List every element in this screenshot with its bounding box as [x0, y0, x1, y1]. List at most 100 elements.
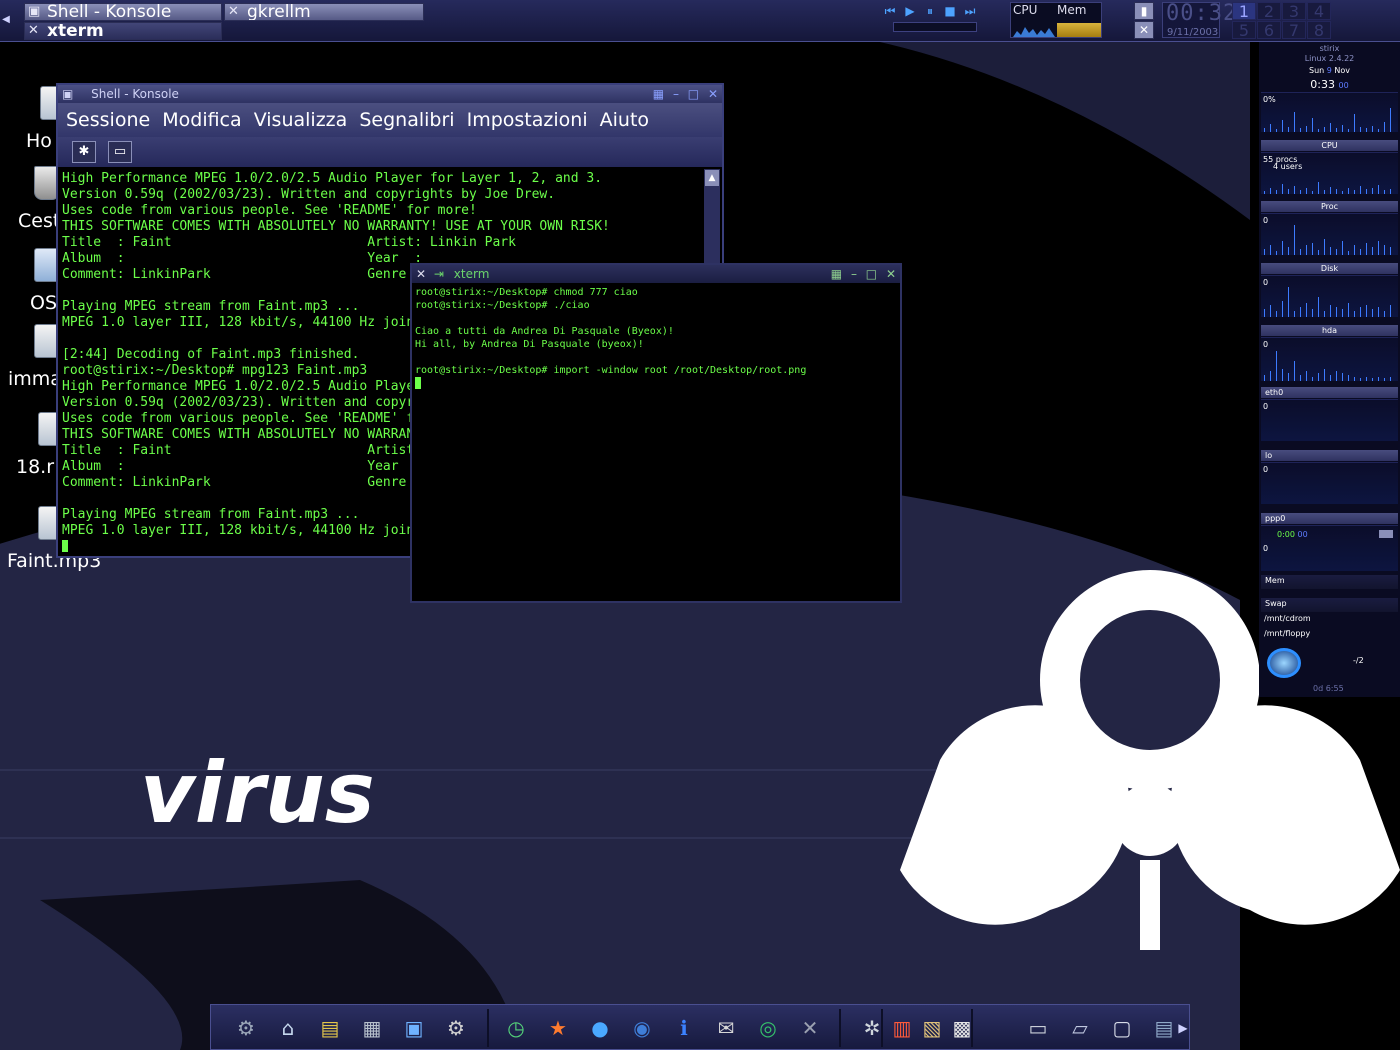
- mount-floppy[interactable]: /mnt/floppy: [1264, 629, 1310, 638]
- media-seek-bar[interactable]: [893, 22, 977, 32]
- terminal-panel-icon[interactable]: ▤: [315, 1013, 345, 1043]
- pager-desktop-2[interactable]: 2: [1257, 2, 1281, 21]
- task-button-gkrellm[interactable]: ✕ gkrellm: [224, 3, 424, 21]
- chart-spark: [1330, 123, 1331, 132]
- menu-impostazioni[interactable]: Impostazioni: [467, 109, 588, 131]
- xterm-window[interactable]: ✕ ⇥ xterm ▦ – □ ✕ root@stirix:~/Desktop#…: [410, 263, 902, 603]
- pager-desktop-8[interactable]: 8: [1307, 21, 1331, 40]
- menu-visualizza[interactable]: Visualizza: [254, 109, 348, 131]
- ppp0-chart[interactable]: 0:00 00 0: [1261, 525, 1398, 571]
- monitor-icon[interactable]: ▭: [1023, 1013, 1053, 1043]
- chart-spark: [1330, 305, 1331, 317]
- cpu-chart[interactable]: 0%: [1261, 92, 1398, 132]
- minimize-icon[interactable]: –: [673, 87, 679, 101]
- chart-spark: [1372, 188, 1373, 194]
- minimize-icon[interactable]: –: [851, 267, 857, 281]
- xterm-terminal-output[interactable]: root@stirix:~/Desktop# chmod 777 ciao roo…: [415, 286, 895, 596]
- previous-track-icon[interactable]: ⏮: [882, 4, 898, 18]
- pager-desktop-6[interactable]: 6: [1257, 21, 1281, 40]
- pause-icon[interactable]: ⏸: [922, 4, 938, 18]
- film-icon[interactable]: ▦: [357, 1013, 387, 1043]
- new-session-icon[interactable]: ✱: [72, 141, 96, 163]
- window-titlebar[interactable]: ✕ ⇥ xterm ▦ – □ ✕: [412, 265, 900, 283]
- notes-icon[interactable]: ▥: [887, 1013, 917, 1043]
- floppy-icon[interactable]: ▤: [1149, 1013, 1179, 1043]
- mount-cdrom[interactable]: /mnt/cdrom: [1264, 614, 1311, 623]
- star-icon[interactable]: ★: [543, 1013, 573, 1043]
- terminal-session-icon[interactable]: ▭: [108, 141, 132, 163]
- home-folder-icon[interactable]: ⌂: [273, 1013, 303, 1043]
- maximize-icon[interactable]: □: [688, 87, 699, 101]
- chart-spark: [1342, 309, 1343, 317]
- x-icon[interactable]: ✕: [795, 1013, 825, 1043]
- konsole-toolbar: ✱ ▭: [58, 137, 722, 167]
- maximize-icon[interactable]: □: [866, 267, 877, 281]
- tray-applet-icon[interactable]: ▮: [1134, 2, 1154, 20]
- chart-spark: [1288, 287, 1289, 317]
- chart-spark: [1282, 120, 1283, 132]
- chart-spark: [1354, 245, 1355, 255]
- panel-clock[interactable]: 00:32 9/11/2003: [1162, 1, 1236, 38]
- close-icon[interactable]: ✕: [708, 87, 718, 101]
- pin-icon[interactable]: ▦: [831, 267, 842, 281]
- earth-icon[interactable]: ◉: [627, 1013, 657, 1043]
- mail-icon[interactable]: ✉: [711, 1013, 741, 1043]
- chart-spark: [1264, 128, 1265, 132]
- control-center-icon[interactable]: ⚙: [231, 1013, 261, 1043]
- terminal-cursor: [415, 377, 421, 389]
- chart-spark: [1372, 126, 1373, 132]
- scroll-up-icon[interactable]: ▲: [705, 170, 719, 186]
- menu-sessione[interactable]: Sessione: [66, 109, 150, 131]
- pager-desktop-3[interactable]: 3: [1282, 2, 1306, 21]
- settings-icon[interactable]: ⚙: [441, 1013, 471, 1043]
- pager-desktop-7[interactable]: 7: [1282, 21, 1306, 40]
- globe-icon[interactable]: ●: [585, 1013, 615, 1043]
- dock-separator: [881, 1009, 883, 1047]
- play-icon[interactable]: ▶: [902, 4, 918, 18]
- task-button-konsole[interactable]: ▣ Shell - Konsole: [24, 3, 222, 21]
- pager-desktop-1[interactable]: 1: [1232, 2, 1256, 21]
- browser-icon[interactable]: ◎: [753, 1013, 783, 1043]
- chart-spark: [1330, 187, 1331, 194]
- info-icon[interactable]: ℹ: [669, 1013, 699, 1043]
- mail-icon[interactable]: [1267, 648, 1301, 678]
- chart-spark: [1354, 190, 1355, 194]
- desktop-icon[interactable]: ▣: [399, 1013, 429, 1043]
- uptime: 0d 6:55: [1313, 684, 1344, 693]
- window-icon[interactable]: ▢: [1107, 1013, 1137, 1043]
- close-icon[interactable]: ✕: [886, 267, 896, 281]
- close-icon[interactable]: ✕: [416, 267, 426, 281]
- close-icon[interactable]: ✕: [1134, 21, 1154, 39]
- chart-spark: [1324, 311, 1325, 317]
- window-titlebar[interactable]: ▣ Shell - Konsole ▦ – □ ✕: [58, 85, 722, 103]
- menu-segnalibri[interactable]: Segnalibri: [359, 109, 454, 131]
- chart-spark: [1384, 190, 1385, 194]
- lo-chart[interactable]: 0: [1261, 462, 1398, 504]
- chart-spark: [1384, 378, 1385, 381]
- task-label: xterm: [47, 22, 104, 40]
- task-button-xterm[interactable]: ✕ xterm: [24, 22, 222, 40]
- stop-icon[interactable]: ■: [942, 4, 958, 18]
- next-track-icon[interactable]: ⏭: [962, 4, 978, 18]
- pin-icon[interactable]: ▦: [653, 87, 664, 101]
- proc-chart[interactable]: 55 procs 4 users: [1261, 152, 1398, 194]
- pager-desktop-5[interactable]: 5: [1232, 21, 1256, 40]
- clock-icon[interactable]: ◷: [501, 1013, 531, 1043]
- menu-aiuto[interactable]: Aiuto: [600, 109, 649, 131]
- hda-chart[interactable]: 0: [1261, 337, 1398, 381]
- dock-separator: [839, 1009, 841, 1047]
- panel-hide-left-arrow[interactable]: ◀: [0, 0, 12, 40]
- ppp-toggle-icon[interactable]: [1379, 530, 1393, 538]
- proc-load-chart[interactable]: 0: [1261, 213, 1398, 255]
- laptop-icon[interactable]: ▱: [1065, 1013, 1095, 1043]
- dock-expand-arrow-icon[interactable]: ▶: [1177, 1013, 1189, 1043]
- chart-spark: [1300, 190, 1301, 194]
- clock-date: 9/11/2003: [1167, 27, 1219, 38]
- menu-modifica[interactable]: Modifica: [162, 109, 241, 131]
- clipboard-icon[interactable]: ▧: [917, 1013, 947, 1043]
- chart-spark: [1312, 243, 1313, 255]
- eth0-chart[interactable]: 0: [1261, 399, 1398, 441]
- pager-desktop-4[interactable]: 4: [1307, 2, 1331, 21]
- disk-chart[interactable]: 0: [1261, 275, 1398, 317]
- chart-spark: [1282, 241, 1283, 255]
